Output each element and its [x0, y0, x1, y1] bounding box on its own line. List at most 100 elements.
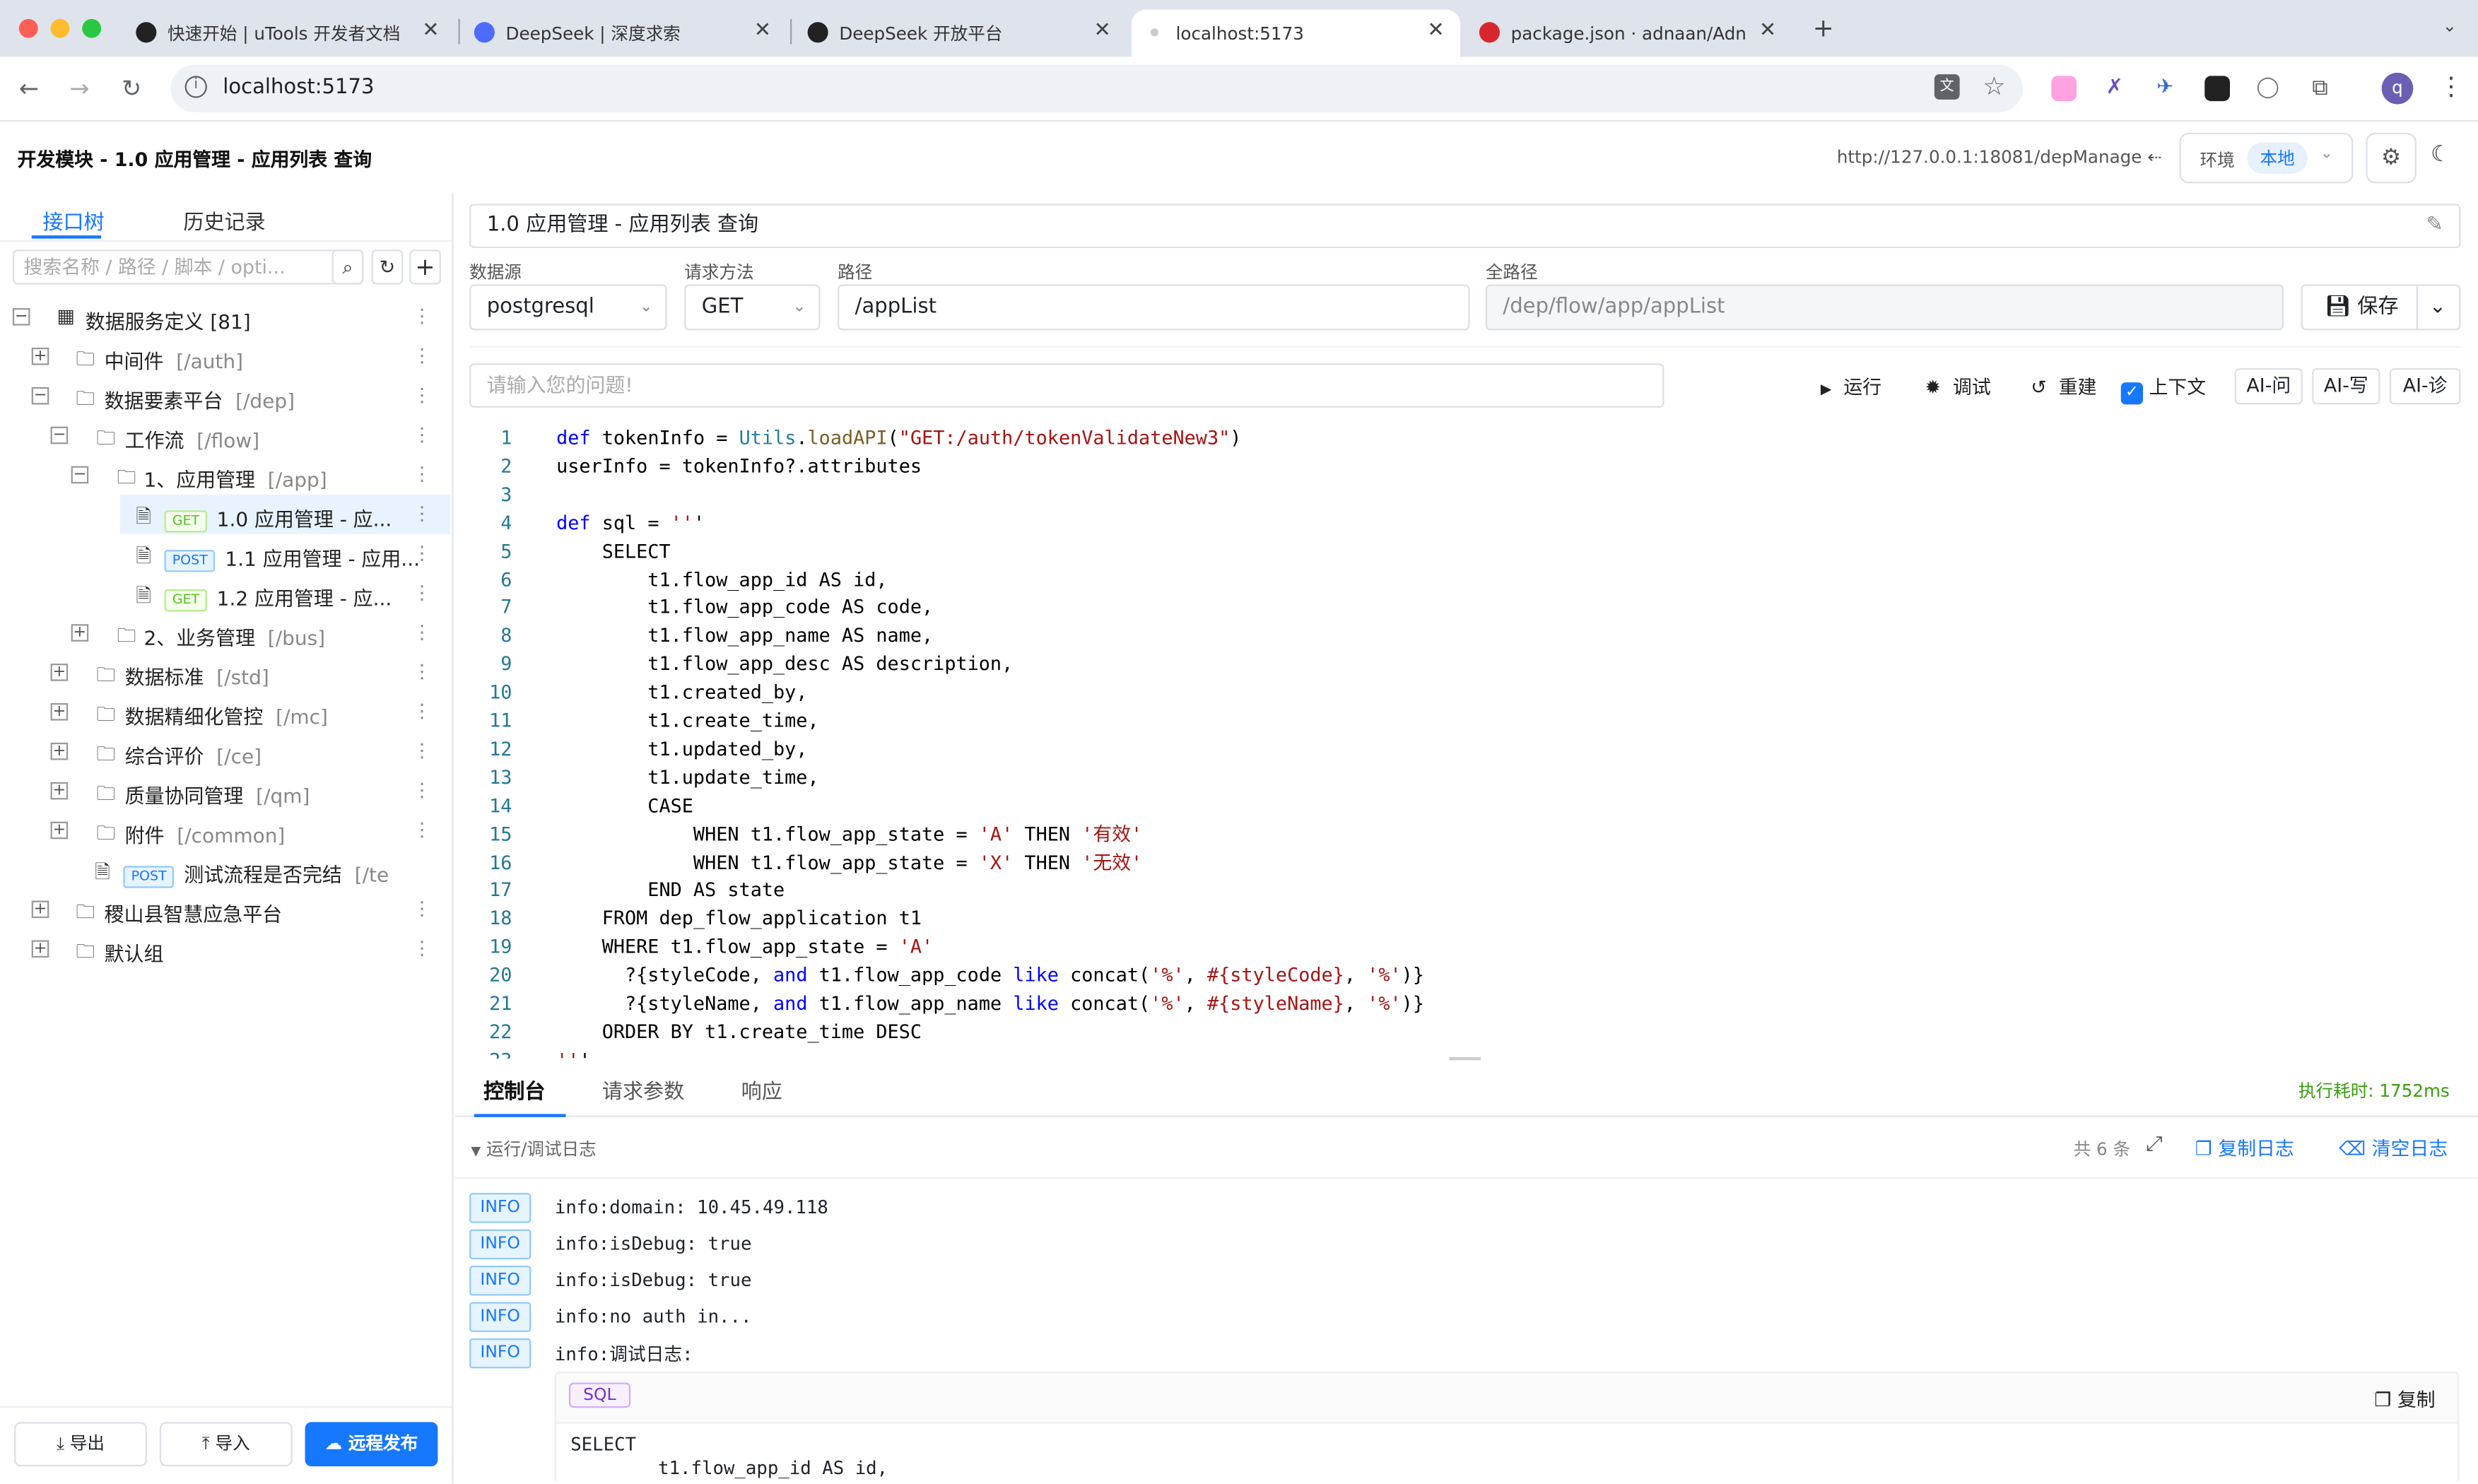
close-tab-icon[interactable]: ✕ [754, 19, 771, 43]
tree-node-auth[interactable]: + 🗀 中间件 [/auth] ⋮ [0, 336, 450, 376]
tree-node-api-1-2[interactable]: 🗎 GET 1.2 应用管理 - 应... ⋮ [120, 574, 450, 613]
tree-node-test-flow[interactable]: 🗎 POST 测试流程是否完结 [/te [79, 850, 450, 890]
dark-mode-moon-icon[interactable]: ☾ [2431, 142, 2450, 167]
ai-question-input[interactable]: 请输入您的问题! [469, 363, 1664, 408]
browser-tab-package-json[interactable]: package.json · adnaan/Adnify ✕ [1467, 9, 1792, 57]
more-icon[interactable]: ⋮ [413, 661, 432, 683]
x-extension-icon[interactable]: ✗ [2101, 76, 2127, 102]
code-editor[interactable]: 1234567891011121314151617181920212223 de… [455, 422, 2459, 1059]
ai-diagnose-button[interactable]: AI-诊 [2389, 367, 2461, 405]
path-input[interactable]: /appList [838, 284, 1470, 331]
context-checkbox[interactable]: ✓ 上下文 [2120, 373, 2206, 405]
site-info-icon[interactable]: i [184, 76, 207, 98]
expand-icon[interactable]: + [71, 624, 89, 642]
tree-node-mc[interactable]: + 🗀 数据精细化管控 [/mc] ⋮ [0, 692, 450, 731]
more-icon[interactable]: ⋮ [413, 542, 432, 564]
search-icon[interactable]: ⌕ [331, 249, 364, 285]
extension-icon[interactable] [2051, 76, 2077, 102]
close-tab-icon[interactable]: ✕ [1759, 19, 1776, 43]
reload-icon[interactable]: ↻ [122, 74, 141, 102]
tree-node-app[interactable]: − 🗀 1、应用管理 [/app] ⋮ [0, 455, 450, 495]
more-icon[interactable]: ⋮ [413, 423, 432, 445]
save-dropdown-button[interactable]: ⌄ [2416, 284, 2461, 331]
more-icon[interactable]: ⋮ [413, 384, 432, 406]
browser-menu-icon[interactable]: ⋮ [2438, 71, 2464, 101]
expand-icon[interactable]: + [31, 900, 49, 919]
extensions-puzzle-icon[interactable]: ⧉ [2307, 76, 2333, 102]
more-icon[interactable]: ⋮ [413, 502, 432, 524]
back-icon[interactable]: ← [19, 74, 39, 102]
collapse-icon[interactable]: − [50, 426, 69, 444]
forward-icon[interactable]: → [69, 74, 89, 102]
more-icon[interactable]: ⋮ [413, 463, 432, 485]
import-button[interactable]: ⤒ 导入 [159, 1422, 293, 1467]
run-button[interactable]: ▶ 运行 [1821, 373, 1881, 400]
browser-tab-localhost[interactable]: localhost:5173 ✕ [1131, 9, 1461, 57]
settings-gear-icon[interactable]: ⚙ [2366, 132, 2417, 184]
browser-tab-deepseek-platform[interactable]: DeepSeek 开放平台 ✕ [795, 9, 1127, 57]
sql-copy-button[interactable]: ❐ 复制 [2374, 1386, 2435, 1413]
tab-api-tree[interactable]: 接口树 [42, 206, 104, 236]
close-tab-icon[interactable]: ✕ [422, 19, 439, 43]
more-icon[interactable]: ⋮ [413, 582, 432, 603]
browser-tab-deepseek[interactable]: DeepSeek | 深度求索 ✕ [462, 9, 787, 57]
plane-extension-icon[interactable]: ✈ [2152, 76, 2178, 102]
expand-icon[interactable]: + [50, 742, 69, 760]
expand-icon[interactable]: + [50, 703, 69, 721]
export-button[interactable]: ⤓ 导出 [14, 1422, 147, 1467]
env-select[interactable]: 环境 本地 ⌄ [2179, 132, 2354, 184]
expand-icon[interactable]: + [50, 782, 69, 800]
collapse-icon[interactable]: − [71, 466, 89, 484]
tree-node-ce[interactable]: + 🗀 综合评价 [/ce] ⋮ [0, 731, 450, 771]
tree-node-bus[interactable]: + 🗀 2、业务管理 [/bus] ⋮ [0, 613, 450, 653]
refresh-icon[interactable]: ↻ [371, 249, 404, 285]
tab-request-params[interactable]: 请求参数 [602, 1074, 684, 1105]
tab-response[interactable]: 响应 [741, 1074, 782, 1105]
tree-node-api-1-0[interactable]: 🗎 GET 1.0 应用管理 - 应... ⋮ [119, 494, 451, 534]
expand-icon[interactable]: + [31, 940, 49, 958]
more-icon[interactable]: ⋮ [413, 700, 432, 722]
more-icon[interactable]: ⋮ [413, 344, 432, 366]
add-icon[interactable]: + [409, 249, 441, 285]
bookmark-star-icon[interactable]: ☆ [1983, 71, 2005, 101]
profile-avatar[interactable]: q [2381, 72, 2414, 105]
close-tab-icon[interactable]: ✕ [1094, 19, 1111, 43]
more-icon[interactable]: ⋮ [413, 897, 432, 919]
more-icon[interactable]: ⋮ [413, 818, 432, 840]
more-icon[interactable]: ⋮ [413, 739, 432, 761]
more-icon[interactable]: ⋮ [413, 305, 432, 327]
clear-log-button[interactable]: ⌫ 清空日志 [2339, 1134, 2448, 1161]
new-tab-icon[interactable]: + [1813, 13, 1834, 42]
fullscreen-icon[interactable]: ⤢ [2146, 1133, 2162, 1157]
tab-console[interactable]: 控制台 [483, 1074, 545, 1105]
tree-node-dep[interactable]: − 🗀 数据要素平台 [/dep] ⋮ [0, 376, 450, 416]
chat-extension-icon[interactable]: ◯ [2255, 76, 2281, 102]
minimize-window-button[interactable] [50, 18, 70, 38]
expand-icon[interactable]: + [50, 664, 69, 681]
tree-search-input[interactable]: 搜索名称 / 路径 / 脚本 / opti... [12, 249, 364, 285]
rebuild-button[interactable]: ↺ 重建 [2031, 373, 2096, 400]
browser-tab-utools[interactable]: 快速开始 | uTools 开发者文档 ✕ [123, 9, 455, 57]
more-icon[interactable]: ⋮ [413, 779, 432, 801]
datasource-select[interactable]: postgresql ⌄ [469, 284, 667, 331]
more-icon[interactable]: ⋮ [413, 621, 432, 643]
expand-icon[interactable]: + [31, 347, 49, 365]
address-bar[interactable]: i localhost:5173 文 ☆ [170, 64, 2024, 112]
tree-node-qm[interactable]: + 🗀 质量协同管理 [/qm] ⋮ [0, 771, 450, 811]
tab-history[interactable]: 历史记录 [183, 206, 265, 236]
tree-node-default[interactable]: + 🗀 默认组 ⋮ [0, 929, 450, 969]
more-icon[interactable]: ⋮ [413, 937, 432, 959]
tree-node-jishan[interactable]: + 🗀 稷山县智慧应急平台 ⋮ [0, 890, 450, 929]
remote-publish-button[interactable]: ☁ 远程发布 [305, 1422, 438, 1467]
log-collapse-toggle[interactable]: ▼ 运行/调试日志 [471, 1136, 596, 1162]
tree-node-root[interactable]: − ▦ 数据服务定义 [81] ⋮ [0, 297, 450, 336]
close-tab-icon[interactable]: ✕ [1427, 19, 1444, 43]
api-name-input[interactable]: 1.0 应用管理 - 应用列表 查询 ✎ [469, 204, 2461, 249]
tree-node-common[interactable]: + 🗀 附件 [/common] ⋮ [0, 811, 450, 850]
zoom-window-button[interactable] [82, 18, 102, 38]
dark-extension-icon[interactable] [2204, 76, 2230, 102]
collapse-icon[interactable]: − [31, 387, 49, 405]
translate-icon[interactable]: 文 [1934, 74, 1960, 100]
copy-log-button[interactable]: ❐ 复制日志 [2195, 1134, 2294, 1161]
debug-button[interactable]: ✹ 调试 [1925, 373, 1990, 400]
